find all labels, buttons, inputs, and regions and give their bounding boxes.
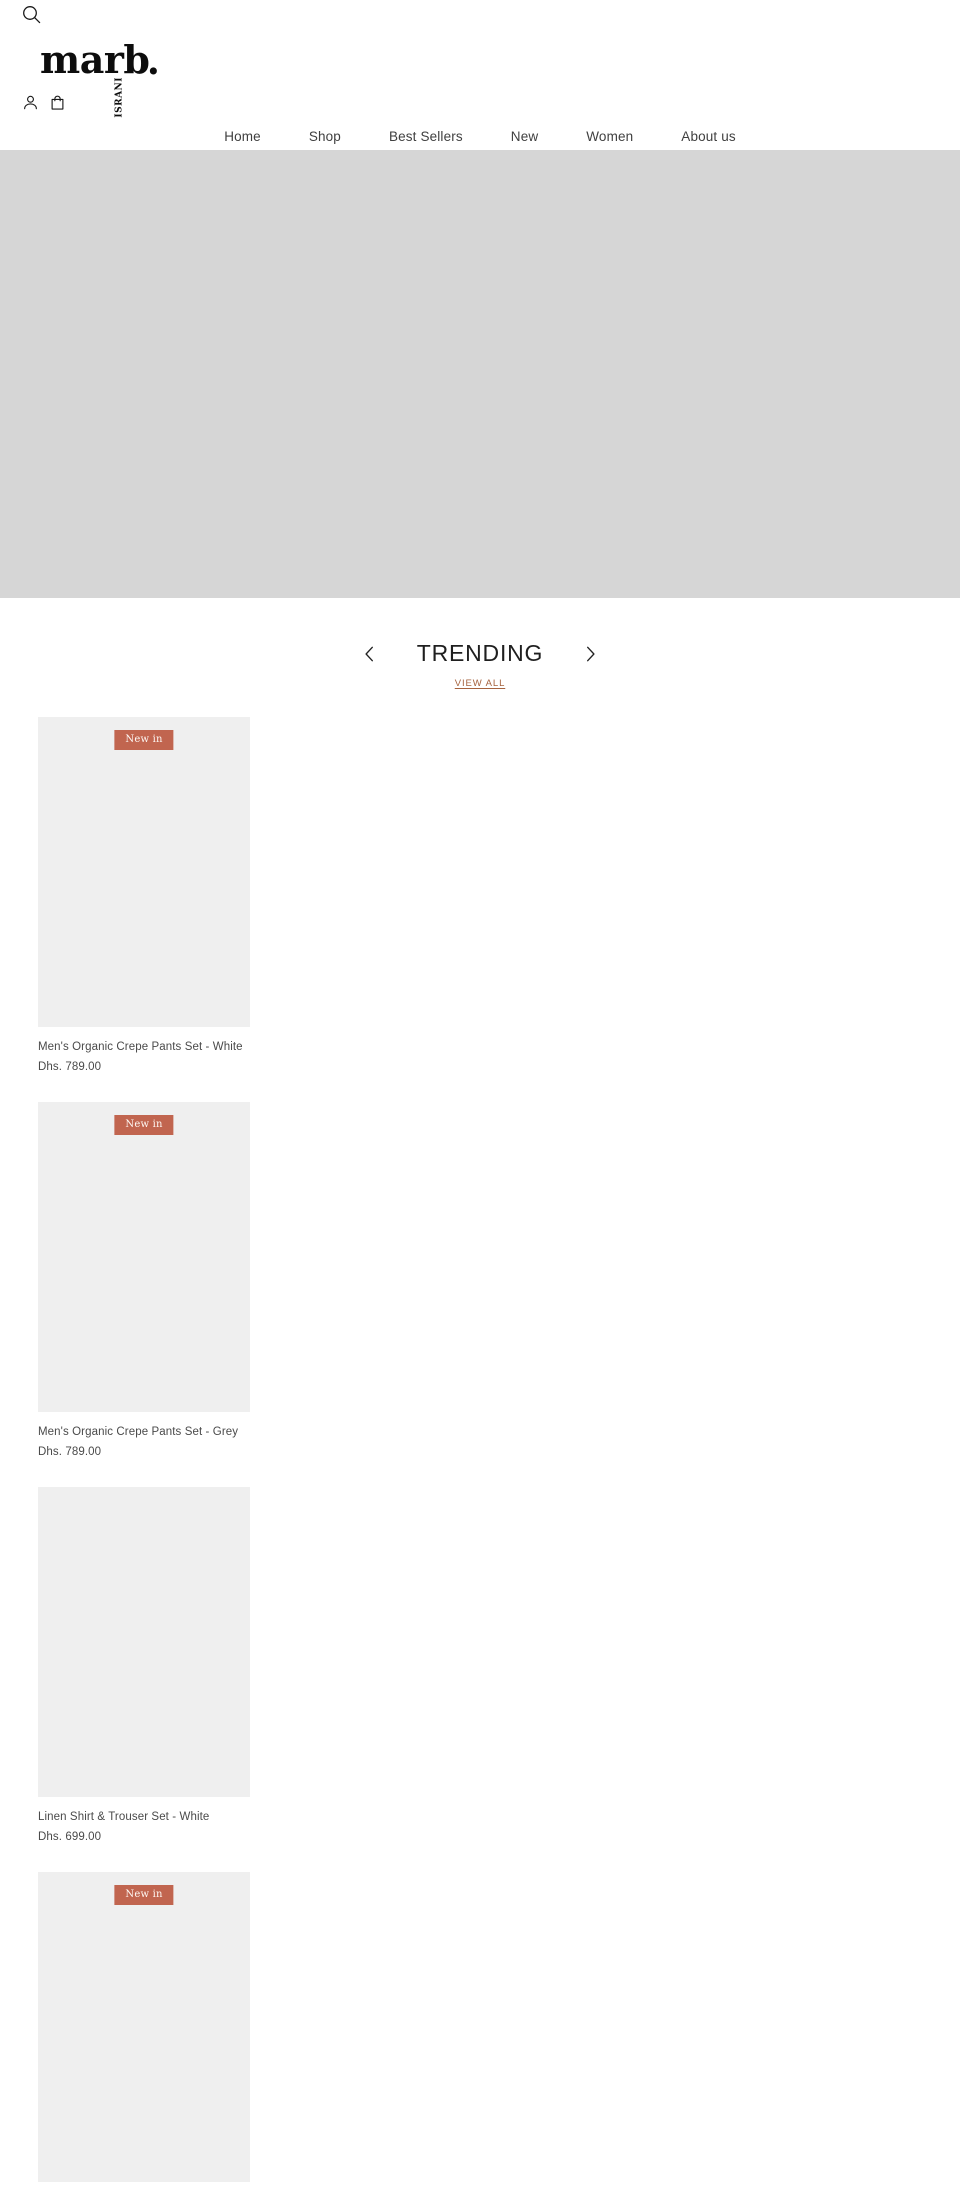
search-icon[interactable] — [22, 5, 41, 24]
shopping-bag-icon[interactable] — [49, 94, 66, 111]
product-price: Dhs. 789.00 — [38, 1446, 102, 1458]
product-title[interactable]: Men's Organic Crepe Pants Set - White — [38, 1039, 250, 1055]
product-title[interactable]: Men's Organic Crepe Pants Set - Grey — [38, 1424, 250, 1440]
nav-item-shop[interactable]: Shop — [285, 123, 365, 150]
main-navigation: Home Shop Best Sellers New Women About u… — [0, 114, 960, 150]
user-account-icon[interactable] — [22, 94, 39, 111]
product-card[interactable]: Linen Shirt & Trouser Set - White Dhs. 6… — [38, 1487, 250, 1845]
product-title[interactable]: Linen Shirt & Trouser Set - White — [38, 1809, 250, 1825]
product-list: New in Men's Organic Crepe Pants Set - W… — [0, 691, 960, 2182]
nav-item-about-us[interactable]: About us — [657, 123, 760, 150]
view-all-link[interactable]: VIEW ALL — [455, 678, 506, 689]
hero-banner[interactable] — [0, 150, 960, 598]
product-image[interactable]: New in — [38, 1102, 250, 1412]
nav-item-women[interactable]: Women — [562, 123, 657, 150]
logo-dot: . — [146, 38, 160, 83]
status-badge: New in — [114, 730, 174, 750]
site-logo[interactable]: marb ISRANI . — [0, 30, 960, 118]
product-image[interactable]: New in — [38, 717, 250, 1027]
nav-item-best-sellers[interactable]: Best Sellers — [365, 123, 487, 150]
trending-title: TRENDING — [416, 640, 544, 666]
view-all-row: VIEW ALL — [0, 673, 960, 691]
logo-text: marb — [40, 37, 150, 82]
logo-wordmark: marb ISRANI . — [40, 37, 160, 118]
product-price: Dhs. 699.00 — [38, 1831, 102, 1843]
trending-header: TRENDING — [0, 640, 960, 667]
product-card[interactable]: New in Men's Organic Crepe Pants Set - G… — [38, 1102, 250, 1460]
site-header: marb ISRANI . Home Shop Best Sellers New… — [0, 0, 960, 150]
nav-item-new[interactable]: New — [487, 123, 562, 150]
product-card[interactable]: New in Men's Organic Crepe Pants Set - W… — [38, 717, 250, 1075]
chevron-left-icon[interactable] — [357, 641, 383, 667]
product-price: Dhs. 789.00 — [38, 1061, 102, 1073]
search-row — [0, 0, 960, 30]
logo-vertical-text: ISRANI — [114, 77, 125, 118]
header-utility-icons — [0, 80, 960, 114]
trending-section: TRENDING VIEW ALL New in Men's Organic C… — [0, 598, 960, 2182]
product-image[interactable] — [38, 1487, 250, 1797]
nav-item-home[interactable]: Home — [200, 123, 285, 150]
status-badge: New in — [114, 1115, 174, 1135]
status-badge: New in — [114, 1885, 174, 1905]
product-image[interactable]: New in — [38, 1872, 250, 2182]
chevron-right-icon[interactable] — [577, 641, 603, 667]
product-card[interactable]: New in — [38, 1872, 250, 2182]
